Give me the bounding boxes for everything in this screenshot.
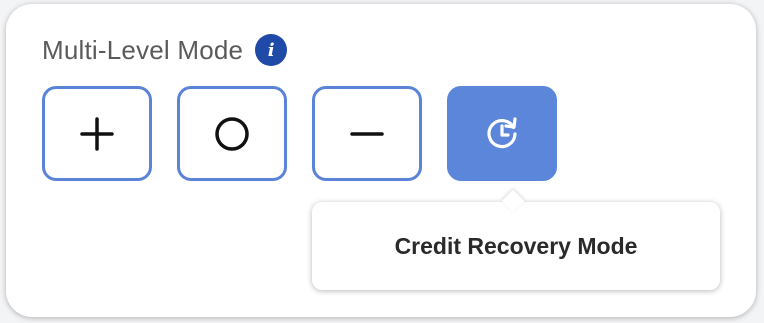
- panel-title: Multi-Level Mode: [42, 34, 244, 65]
- circle-icon: [215, 116, 249, 151]
- info-icon[interactable]: i: [255, 34, 288, 66]
- tooltip-text: Credit Recovery Mode: [394, 232, 638, 259]
- mode-credit-recovery-button[interactable]: [447, 86, 557, 181]
- mode-plus-button[interactable]: [42, 86, 152, 181]
- minus-icon: [350, 131, 384, 136]
- title-row: Multi-Level Mode i: [42, 34, 288, 66]
- mode-minus-button[interactable]: [312, 86, 422, 181]
- mode-circle-button[interactable]: [177, 86, 287, 181]
- multi-level-mode-panel: Multi-Level Mode i Credit Recovery Mode: [6, 4, 756, 317]
- info-glyph: i: [267, 39, 275, 61]
- clock-refresh-icon: [487, 116, 517, 148]
- mode-buttons: [42, 86, 557, 181]
- plus-icon: [80, 116, 114, 151]
- stage: Multi-Level Mode i Credit Recovery Mode: [0, 0, 764, 323]
- credit-recovery-tooltip: Credit Recovery Mode: [312, 202, 720, 290]
